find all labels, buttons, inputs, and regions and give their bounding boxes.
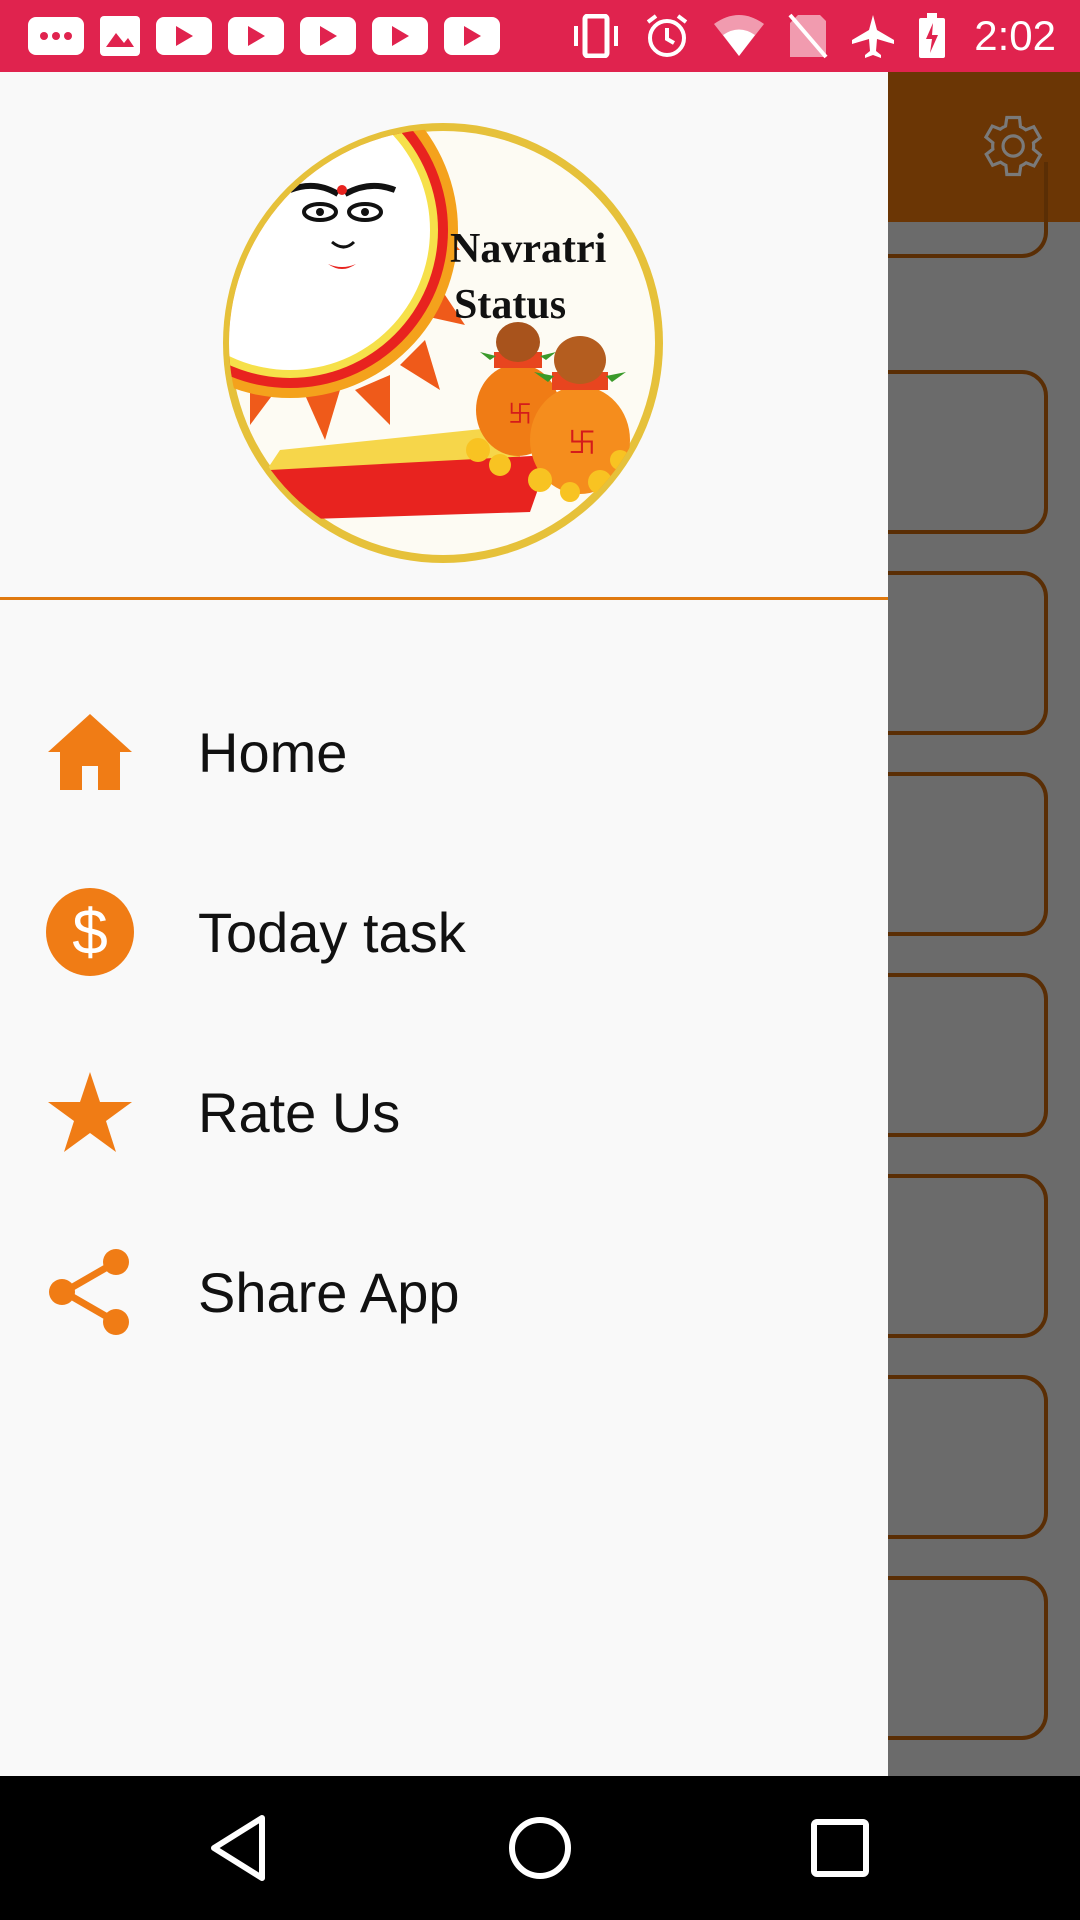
logo-title-line2: Status	[454, 282, 567, 328]
system-nav-bar	[0, 1776, 1080, 1920]
battery-charging-icon	[919, 13, 946, 58]
wifi-icon	[714, 15, 765, 56]
swastika-symbol: 卐	[568, 426, 596, 459]
home-icon	[44, 706, 136, 798]
youtube-icon	[300, 17, 356, 55]
menu-item-label: Today task	[198, 900, 466, 964]
airplane-icon	[852, 15, 895, 58]
swastika-symbol: 卐	[508, 400, 532, 428]
youtube-icon	[156, 17, 212, 55]
dollar-icon: $	[44, 886, 136, 978]
clock: 2:02	[974, 12, 1056, 59]
menu-item-share-app[interactable]: Share App	[0, 1202, 888, 1382]
menu-item-rate-us[interactable]: Rate Us	[0, 1022, 888, 1202]
notification-icons	[0, 16, 500, 56]
youtube-icon	[372, 17, 428, 55]
logo-graphic: 卐 卐	[223, 123, 663, 563]
image-icon	[100, 16, 140, 56]
no-sim-icon	[788, 13, 828, 59]
svg-text:$: $	[72, 896, 108, 968]
vibrate-icon	[574, 14, 619, 58]
logo-title-line1: Navratri	[450, 226, 607, 272]
app-logo: 卐 卐 Navratri Status	[220, 120, 666, 566]
drawer-header: 卐 卐 Navratri Status	[0, 72, 888, 600]
system-icons: 2:02	[570, 12, 1080, 60]
share-icon	[44, 1246, 136, 1338]
menu-item-today-task[interactable]: $ Today task	[0, 842, 888, 1022]
sms-icon	[28, 17, 84, 55]
menu-item-label: Home	[198, 720, 348, 784]
status-bar: 2:02	[0, 0, 1080, 72]
alarm-icon	[647, 14, 688, 57]
menu-item-home[interactable]: Home	[0, 662, 888, 842]
youtube-icon	[228, 17, 284, 55]
drawer-menu: Home $ Today task Rate Us Share App	[0, 662, 888, 1382]
menu-item-label: Share App	[198, 1260, 460, 1324]
star-icon	[44, 1066, 136, 1158]
home-circle-icon[interactable]	[504, 1812, 576, 1884]
navigation-drawer: 卐 卐 Navratri Status Home $ Today task Ra…	[0, 72, 888, 1776]
back-icon[interactable]	[204, 1812, 276, 1884]
menu-item-label: Rate Us	[198, 1080, 401, 1144]
recents-icon[interactable]	[804, 1812, 876, 1884]
youtube-icon	[444, 17, 500, 55]
